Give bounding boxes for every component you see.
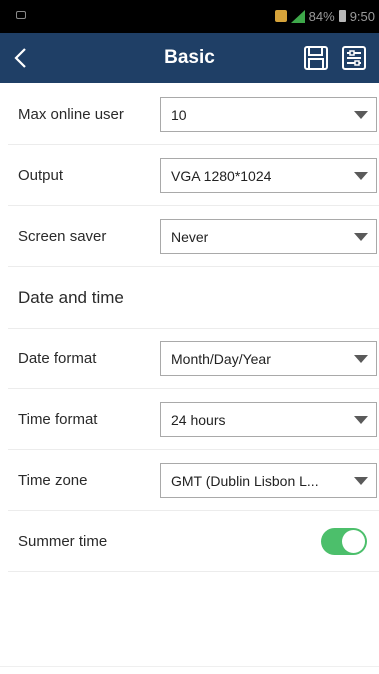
app-bar: Basic <box>0 33 379 83</box>
setting-label: Summer time <box>18 533 108 550</box>
setting-label: Output <box>18 167 64 184</box>
setting-row-time-zone: Time zone GMT (Dublin Lisbon L... <box>8 450 379 511</box>
clock: 9:50 <box>349 8 375 24</box>
setting-row-output: Output VGA 1280*1024 <box>8 145 379 206</box>
notification-icon <box>16 11 26 19</box>
setting-label: Max online user <box>18 106 124 123</box>
list-settings-button[interactable] <box>341 45 367 71</box>
dropdown-arrow-icon <box>354 111 368 119</box>
dropdown-arrow-icon <box>354 416 368 424</box>
max-online-user-select[interactable]: 10 <box>160 97 377 132</box>
setting-label: Screen saver <box>18 228 107 245</box>
output-select[interactable]: VGA 1280*1024 <box>160 158 377 193</box>
status-indicators: 84% 9:50 <box>274 8 375 24</box>
setting-label: Date format <box>18 350 97 367</box>
signal-icon <box>290 9 305 23</box>
dropdown-arrow-icon <box>354 233 368 241</box>
screen-saver-select[interactable]: Never <box>160 219 377 254</box>
select-value: GMT (Dublin Lisbon L... <box>171 473 319 489</box>
setting-label: Time format <box>18 411 98 428</box>
status-bar: 84% 9:50 <box>0 0 379 33</box>
time-format-select[interactable]: 24 hours <box>160 402 377 437</box>
divider <box>0 666 379 667</box>
time-zone-select[interactable]: GMT (Dublin Lisbon L... <box>160 463 377 498</box>
section-title: Date and time <box>18 288 124 307</box>
setting-row-screen-saver: Screen saver Never <box>8 206 379 267</box>
dropdown-arrow-icon <box>354 477 368 485</box>
select-value: Month/Day/Year <box>171 351 271 367</box>
setting-row-summer-time: Summer time <box>8 511 379 572</box>
toggle-knob <box>342 530 365 553</box>
date-format-select[interactable]: Month/Day/Year <box>160 341 377 376</box>
sim-icon <box>274 10 287 22</box>
select-value: 24 hours <box>171 412 226 428</box>
save-button[interactable] <box>303 45 329 71</box>
setting-row-time-format: Time format 24 hours <box>8 389 379 450</box>
select-value: Never <box>171 229 209 245</box>
select-value: 10 <box>171 107 187 123</box>
section-header-date-time: Date and time <box>8 267 379 329</box>
dropdown-arrow-icon <box>354 172 368 180</box>
dropdown-arrow-icon <box>354 355 368 363</box>
select-value: VGA 1280*1024 <box>171 168 272 184</box>
setting-row-date-format: Date format Month/Day/Year <box>8 328 379 389</box>
battery-icon <box>338 10 346 22</box>
setting-row-max-online-user: Max online user 10 <box>8 84 379 145</box>
battery-percent: 84% <box>308 8 335 24</box>
setting-label: Time zone <box>18 472 88 489</box>
summer-time-toggle[interactable] <box>321 528 367 555</box>
